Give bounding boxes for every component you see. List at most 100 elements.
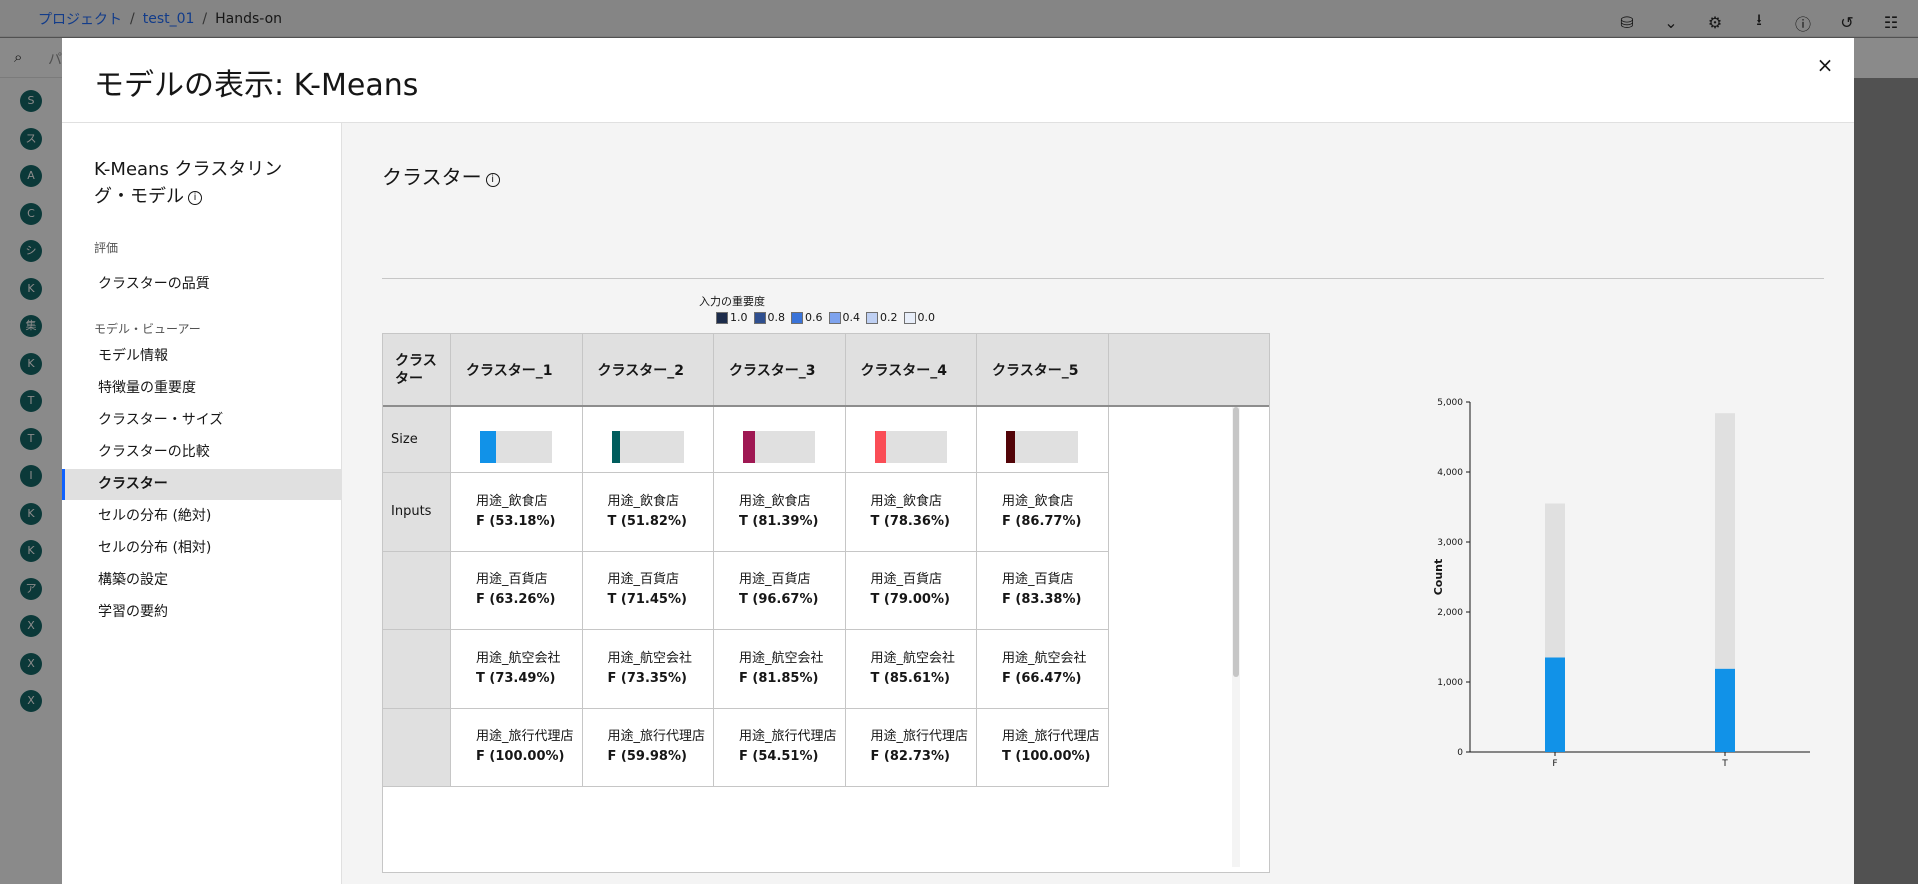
legend-title: 入力の重要度 <box>699 295 765 308</box>
nav-item[interactable]: クラスターの比較 <box>62 437 341 468</box>
feature-value: F (53.18%) <box>476 513 556 529</box>
row-header <box>383 630 451 709</box>
column-header[interactable]: クラスター_3 <box>714 334 846 405</box>
feature-name: 用途_飲食店 <box>1002 493 1074 509</box>
feature-name: 用途_百貨店 <box>870 572 943 588</box>
importance-legend: 1.0 0.8 0.6 0.4 0.2 0.0 <box>716 311 935 324</box>
legend-swatch <box>791 311 803 324</box>
nav-item[interactable]: クラスター <box>62 469 341 500</box>
feature-name: 用途_旅行代理店 <box>1002 729 1100 745</box>
nav-item[interactable]: セルの分布 (相対) <box>62 533 341 564</box>
feature-name: 用途_旅行代理店 <box>607 729 706 745</box>
bar-segment[interactable] <box>1715 668 1735 752</box>
size-bar <box>874 431 947 463</box>
scrollbar-thumb[interactable] <box>1233 407 1239 677</box>
feature-value: T (96.67%) <box>739 592 819 608</box>
legend-item: 0.0 <box>903 311 935 324</box>
table-header: クラスター クラスター_1 クラスター_2 クラスター_3 クラスター_4 クラスター_… <box>383 334 1269 407</box>
feature-name: 用途_航空会社 <box>476 650 561 666</box>
legend-item: 0.2 <box>866 311 898 324</box>
feature-value: F (81.85%) <box>739 670 819 686</box>
legend-swatch <box>753 311 766 324</box>
table-cell[interactable]: 用途_旅行代理店 F (100.00%) <box>451 708 583 787</box>
column-header[interactable]: クラスター_5 <box>977 334 1109 405</box>
row-header: Inputs <box>383 473 451 552</box>
size-cell <box>451 407 583 473</box>
size-bar-fill <box>1006 431 1015 463</box>
table-cell[interactable]: 用途_飲食店 F (53.18%) <box>451 473 583 552</box>
feature-name: 用途_旅行代理店 <box>739 729 837 745</box>
feature-value: F (86.77%) <box>1002 513 1082 529</box>
legend-swatch <box>716 311 728 324</box>
table-cell[interactable]: 用途_百貨店 F (63.26%) <box>451 551 583 630</box>
feature-name: 用途_旅行代理店 <box>870 729 969 745</box>
page-title: クラスター i <box>382 161 500 190</box>
legend-swatch <box>903 311 916 324</box>
column-header[interactable]: クラスター_2 <box>583 334 714 405</box>
size-cell <box>845 407 977 473</box>
row-header-size: Size <box>383 407 451 473</box>
table-scrollbar[interactable] <box>1232 407 1240 867</box>
table-cell[interactable]: 用途_飲食店 F (86.77%) <box>977 473 1109 552</box>
modal-title: モデルの表示: K-Means <box>94 68 419 103</box>
size-bar-fill <box>480 431 496 463</box>
table-cell[interactable]: 用途_百貨店 T (71.45%) <box>582 551 714 630</box>
legend-swatch <box>828 311 841 324</box>
info-icon[interactable]: i <box>188 191 202 205</box>
nav-item[interactable]: 構築の設定 <box>62 565 341 596</box>
nav-item[interactable]: 特徴量の重要度 <box>62 373 341 404</box>
y-axis-label: Count <box>1432 559 1445 596</box>
table-cell[interactable]: 用途_航空会社 T (73.49%) <box>451 630 583 709</box>
feature-name: 用途_飲食店 <box>870 493 943 509</box>
feature-name: 用途_飲食店 <box>607 493 680 509</box>
table-cell[interactable]: 用途_飲食店 T (81.39%) <box>714 473 846 552</box>
y-tick-label: 1,000 <box>1437 678 1463 688</box>
table-cell[interactable]: 用途_旅行代理店 F (54.51%) <box>714 708 846 787</box>
legend-label: 0.4 <box>842 311 861 324</box>
size-bar <box>1006 431 1078 463</box>
table-cell[interactable]: 用途_航空会社 F (81.85%) <box>714 630 846 709</box>
bar-segment[interactable] <box>1545 657 1565 753</box>
nav-cluster-quality[interactable]: クラスターの品質 <box>62 265 341 304</box>
column-header[interactable]: クラスター_4 <box>846 334 977 405</box>
model-viewer-modal: モデルの表示: K-Means × K-Means クラスタリング・モデル i 評… <box>62 38 1854 884</box>
feature-name: 用途_百貨店 <box>739 572 811 588</box>
table-cell[interactable]: 用途_航空会社 F (73.35%) <box>582 630 714 709</box>
table-cell[interactable]: 用途_飲食店 T (78.36%) <box>845 473 977 552</box>
x-tick-label: F <box>1552 759 1557 769</box>
feature-name: 用途_飲食店 <box>476 493 548 509</box>
table-cell[interactable]: 用途_百貨店 F (83.38%) <box>977 551 1109 630</box>
table-cell[interactable]: 用途_飲食店 T (51.82%) <box>582 473 714 552</box>
bar-segment[interactable] <box>1715 413 1735 669</box>
y-tick-label: 5,000 <box>1437 398 1463 408</box>
table-cell[interactable]: 用途_航空会社 F (66.47%) <box>977 630 1109 709</box>
table-cell[interactable]: 用途_百貨店 T (96.67%) <box>714 551 846 630</box>
table-cell[interactable]: 用途_旅行代理店 T (100.00%) <box>977 708 1109 787</box>
table-cell[interactable]: 用途_旅行代理店 F (82.73%) <box>845 708 977 787</box>
legend-label: 0.2 <box>880 311 898 324</box>
table-cell[interactable]: 用途_百貨店 T (79.00%) <box>845 551 977 630</box>
legend-label: 0.6 <box>805 311 823 324</box>
nav-item[interactable]: クラスター・サイズ <box>62 405 341 436</box>
feature-name: 用途_百貨店 <box>607 572 680 588</box>
row-header <box>383 708 451 787</box>
close-button[interactable]: × <box>1812 52 1838 78</box>
feature-name: 用途_航空会社 <box>870 650 956 666</box>
feature-value: F (73.35%) <box>607 670 687 686</box>
feature-value: F (83.38%) <box>1002 592 1082 608</box>
info-icon[interactable]: i <box>485 173 500 187</box>
feature-value: T (73.49%) <box>476 670 556 686</box>
bar-segment[interactable] <box>1545 503 1565 658</box>
column-header-cluster: クラスター <box>383 334 451 405</box>
feature-value: T (100.00%) <box>1002 749 1091 765</box>
nav-item[interactable]: セルの分布 (絶対) <box>62 501 341 532</box>
table-cell[interactable]: 用途_旅行代理店 F (59.98%) <box>582 708 714 787</box>
y-tick-label: 0 <box>1457 748 1463 758</box>
nav-item[interactable]: モデル情報 <box>62 341 341 372</box>
feature-value: F (66.47%) <box>1002 670 1082 686</box>
page-title-text: クラスター <box>382 165 482 189</box>
column-header[interactable]: クラスター_1 <box>451 334 583 405</box>
nav-item[interactable]: 学習の要約 <box>62 597 341 628</box>
table-cell[interactable]: 用途_航空会社 T (85.61%) <box>845 630 977 709</box>
x-tick-label: T <box>1721 759 1728 769</box>
